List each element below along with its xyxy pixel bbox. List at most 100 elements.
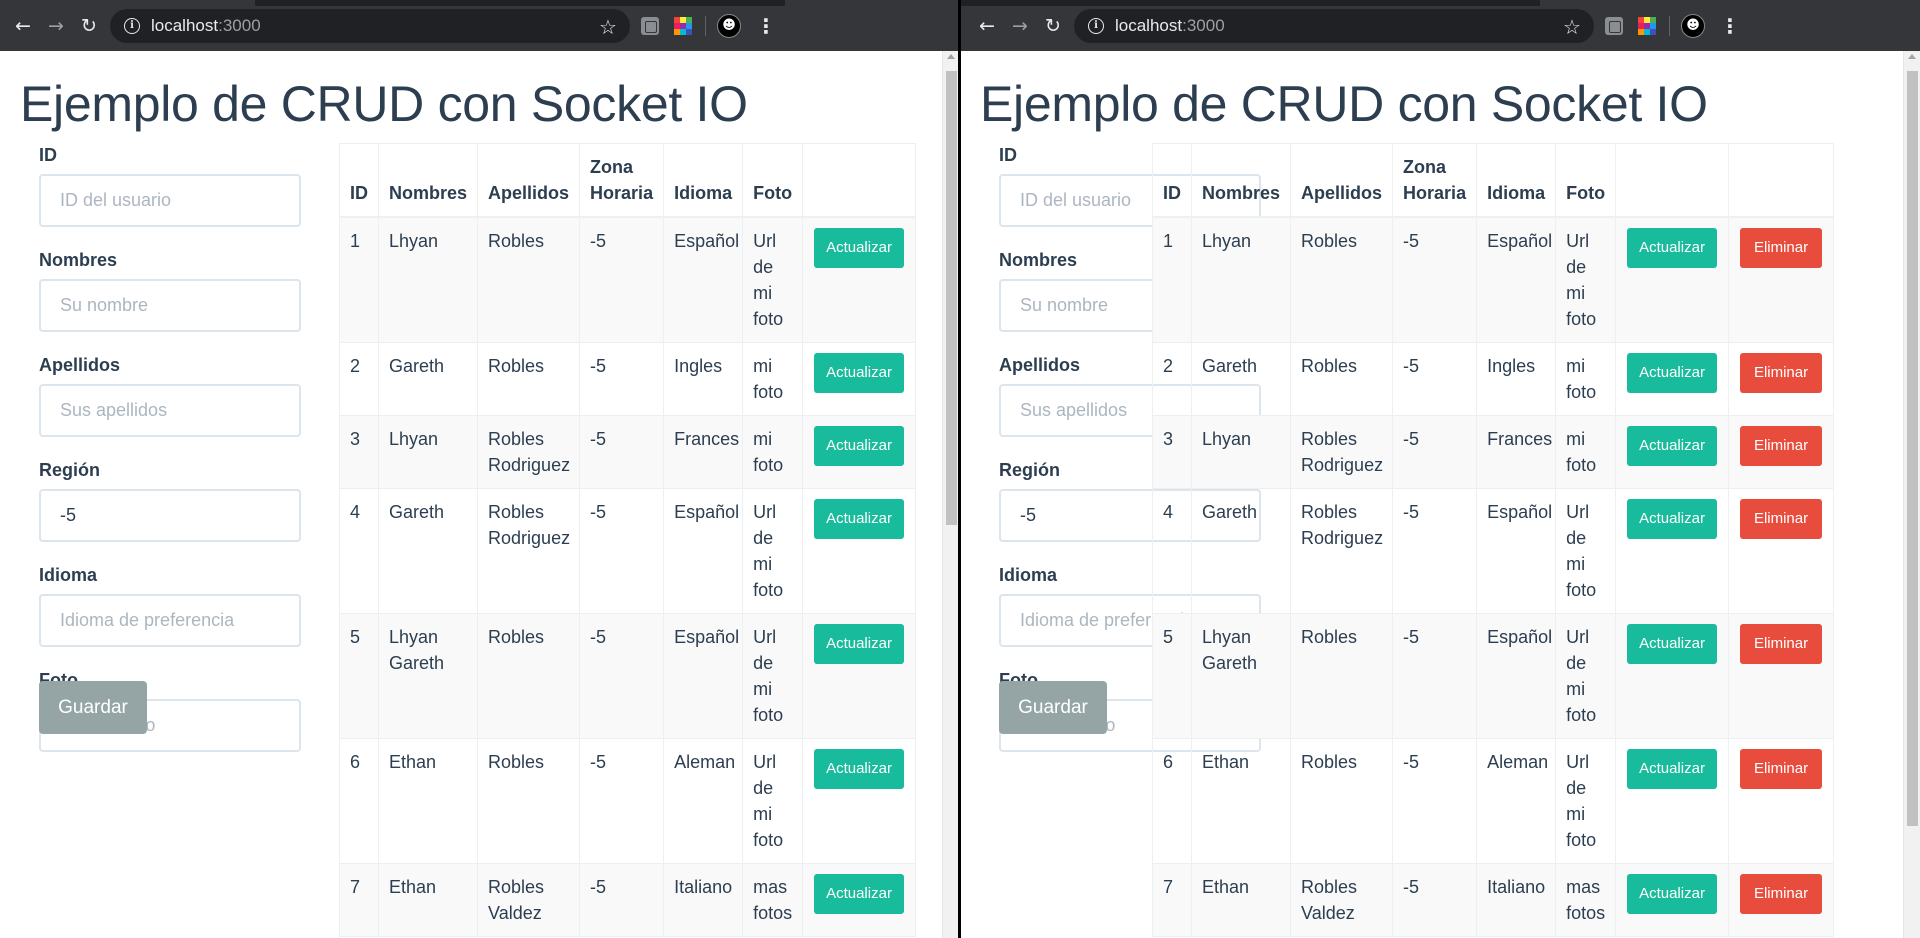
menu-dots-icon[interactable]: ⋮ bbox=[756, 14, 776, 38]
cell-update: Actualizar bbox=[1615, 863, 1729, 937]
extension-icon[interactable] bbox=[641, 17, 659, 35]
cell-apellidos: Robles Rodriguez bbox=[477, 415, 581, 489]
table-row: 6 Ethan Robles -5 Aleman Url de mi foto Actual… bbox=[339, 738, 916, 864]
update-button[interactable]: Actualizar bbox=[814, 426, 904, 466]
update-button[interactable]: Actualizar bbox=[814, 749, 904, 789]
table-row: 4 Gareth Robles Rodriguez -5 Español Url de m… bbox=[1152, 488, 1835, 614]
update-button[interactable]: Actualizar bbox=[1627, 749, 1717, 789]
cell-nombres: Gareth bbox=[1190, 342, 1292, 416]
delete-button[interactable]: Eliminar bbox=[1739, 499, 1823, 539]
cell-update: Actualizar bbox=[1615, 342, 1729, 416]
cell-nombres: Gareth bbox=[377, 342, 479, 416]
star-icon[interactable]: ☆ bbox=[599, 15, 617, 39]
cell-nombres: Lhyan bbox=[1190, 216, 1292, 343]
id-input[interactable] bbox=[39, 174, 301, 227]
scrollbar[interactable] bbox=[942, 51, 959, 938]
delete-button[interactable]: Eliminar bbox=[1739, 749, 1823, 789]
save-button[interactable]: Guardar bbox=[999, 681, 1107, 734]
cell-apellidos: Robles Rodriguez bbox=[1290, 415, 1394, 489]
update-button[interactable]: Actualizar bbox=[814, 499, 904, 539]
cell-apellidos: Robles bbox=[1290, 342, 1394, 416]
cell-id: 6 bbox=[1152, 738, 1192, 864]
cell-zona: -5 bbox=[1392, 488, 1478, 614]
reload-icon[interactable]: ↻ bbox=[1042, 15, 1064, 37]
update-button[interactable]: Actualizar bbox=[814, 874, 904, 914]
delete-button[interactable]: Eliminar bbox=[1739, 874, 1823, 914]
scroll-thumb[interactable] bbox=[946, 71, 957, 525]
nombres-input[interactable] bbox=[39, 279, 301, 332]
cell-zona: -5 bbox=[579, 216, 665, 343]
cell-update: Actualizar bbox=[802, 613, 916, 739]
idioma-label: Idioma bbox=[39, 565, 98, 585]
delete-button[interactable]: Eliminar bbox=[1739, 228, 1823, 268]
profile-avatar-icon[interactable]: ☻ bbox=[717, 14, 741, 38]
star-icon[interactable]: ☆ bbox=[1563, 15, 1581, 39]
cell-idioma: Español bbox=[663, 488, 744, 614]
idioma-input[interactable] bbox=[39, 594, 301, 647]
cell-idioma: Aleman bbox=[1476, 738, 1557, 864]
column-header: Foto bbox=[1555, 143, 1617, 218]
table-row: 5 Lhyan Gareth Robles -5 Español Url de mi fo… bbox=[1152, 613, 1835, 739]
cell-id: 5 bbox=[1152, 613, 1192, 739]
browser-window-left: ← → ↻ i localhost:3000 ☆ ☻ ⋮ Ejemplo de … bbox=[0, 0, 959, 938]
update-button[interactable]: Actualizar bbox=[1627, 499, 1717, 539]
column-header: Idioma bbox=[663, 143, 744, 218]
tab-strip bbox=[960, 0, 1540, 6]
delete-button[interactable]: Eliminar bbox=[1739, 426, 1823, 466]
page-title: Ejemplo de CRUD con Socket IO bbox=[20, 76, 748, 132]
column-header: Foto bbox=[742, 143, 804, 218]
user-form: ID Nombres Apellidos Región Idioma bbox=[39, 143, 301, 773]
scrollbar[interactable] bbox=[1903, 51, 1920, 938]
delete-button[interactable]: Eliminar bbox=[1739, 624, 1823, 664]
update-button[interactable]: Actualizar bbox=[814, 228, 904, 268]
update-button[interactable]: Actualizar bbox=[814, 353, 904, 393]
region-input[interactable] bbox=[39, 489, 301, 542]
address-bar[interactable]: i localhost:3000 ☆ bbox=[110, 9, 630, 43]
update-button[interactable]: Actualizar bbox=[1627, 353, 1717, 393]
address-bar[interactable]: i localhost:3000 ☆ bbox=[1074, 9, 1594, 43]
cell-apellidos: Robles bbox=[477, 342, 581, 416]
scroll-up-arrow-icon[interactable] bbox=[947, 54, 955, 59]
page-title: Ejemplo de CRUD con Socket IO bbox=[980, 76, 1708, 132]
cell-delete: Eliminar bbox=[1727, 613, 1835, 739]
cell-nombres: Ethan bbox=[1190, 738, 1292, 864]
delete-button[interactable]: Eliminar bbox=[1739, 353, 1823, 393]
url-text: localhost:3000 bbox=[151, 16, 261, 35]
table-row: 7 Ethan Robles Valdez -5 Italiano mas fotos Ac… bbox=[339, 863, 916, 937]
cell-idioma: Aleman bbox=[663, 738, 744, 864]
cell-apellidos: Robles bbox=[1290, 216, 1394, 343]
column-header: Nombres bbox=[1190, 143, 1292, 218]
info-icon[interactable]: i bbox=[1088, 18, 1104, 34]
reload-icon[interactable]: ↻ bbox=[78, 15, 100, 37]
cell-apellidos: Robles bbox=[1290, 613, 1394, 739]
browser-toolbar: ← → ↻ i localhost:3000 ☆ ☻ ⋮ bbox=[0, 0, 959, 51]
cell-zona: -5 bbox=[579, 488, 665, 614]
cell-delete: Eliminar bbox=[1727, 488, 1835, 614]
table-row: 7 Ethan Robles Valdez -5 Italiano mas fotos Ac… bbox=[1152, 863, 1835, 937]
cell-apellidos: Robles Valdez bbox=[1290, 863, 1394, 937]
update-button[interactable]: Actualizar bbox=[1627, 426, 1717, 466]
extension-icon[interactable] bbox=[1605, 17, 1623, 35]
scroll-thumb[interactable] bbox=[1907, 71, 1918, 826]
color-extension-icon[interactable] bbox=[674, 17, 692, 35]
cell-zona: -5 bbox=[579, 415, 665, 489]
back-arrow-icon[interactable]: ← bbox=[12, 15, 34, 37]
update-button[interactable]: Actualizar bbox=[1627, 228, 1717, 268]
color-extension-icon[interactable] bbox=[1638, 17, 1656, 35]
info-icon[interactable]: i bbox=[124, 18, 140, 34]
update-button[interactable]: Actualizar bbox=[814, 624, 904, 664]
cell-zona: -5 bbox=[1392, 613, 1478, 739]
menu-dots-icon[interactable]: ⋮ bbox=[1720, 14, 1740, 38]
cell-nombres: Gareth bbox=[377, 488, 479, 614]
window-divider bbox=[958, 0, 961, 938]
scroll-up-arrow-icon[interactable] bbox=[1908, 54, 1916, 59]
apellidos-input[interactable] bbox=[39, 384, 301, 437]
update-button[interactable]: Actualizar bbox=[1627, 624, 1717, 664]
region-label: Región bbox=[999, 460, 1060, 480]
forward-arrow-icon[interactable]: → bbox=[1009, 15, 1031, 37]
back-arrow-icon[interactable]: ← bbox=[976, 15, 998, 37]
save-button[interactable]: Guardar bbox=[39, 681, 147, 734]
profile-avatar-icon[interactable]: ☻ bbox=[1681, 14, 1705, 38]
forward-arrow-icon[interactable]: → bbox=[45, 15, 67, 37]
update-button[interactable]: Actualizar bbox=[1627, 874, 1717, 914]
